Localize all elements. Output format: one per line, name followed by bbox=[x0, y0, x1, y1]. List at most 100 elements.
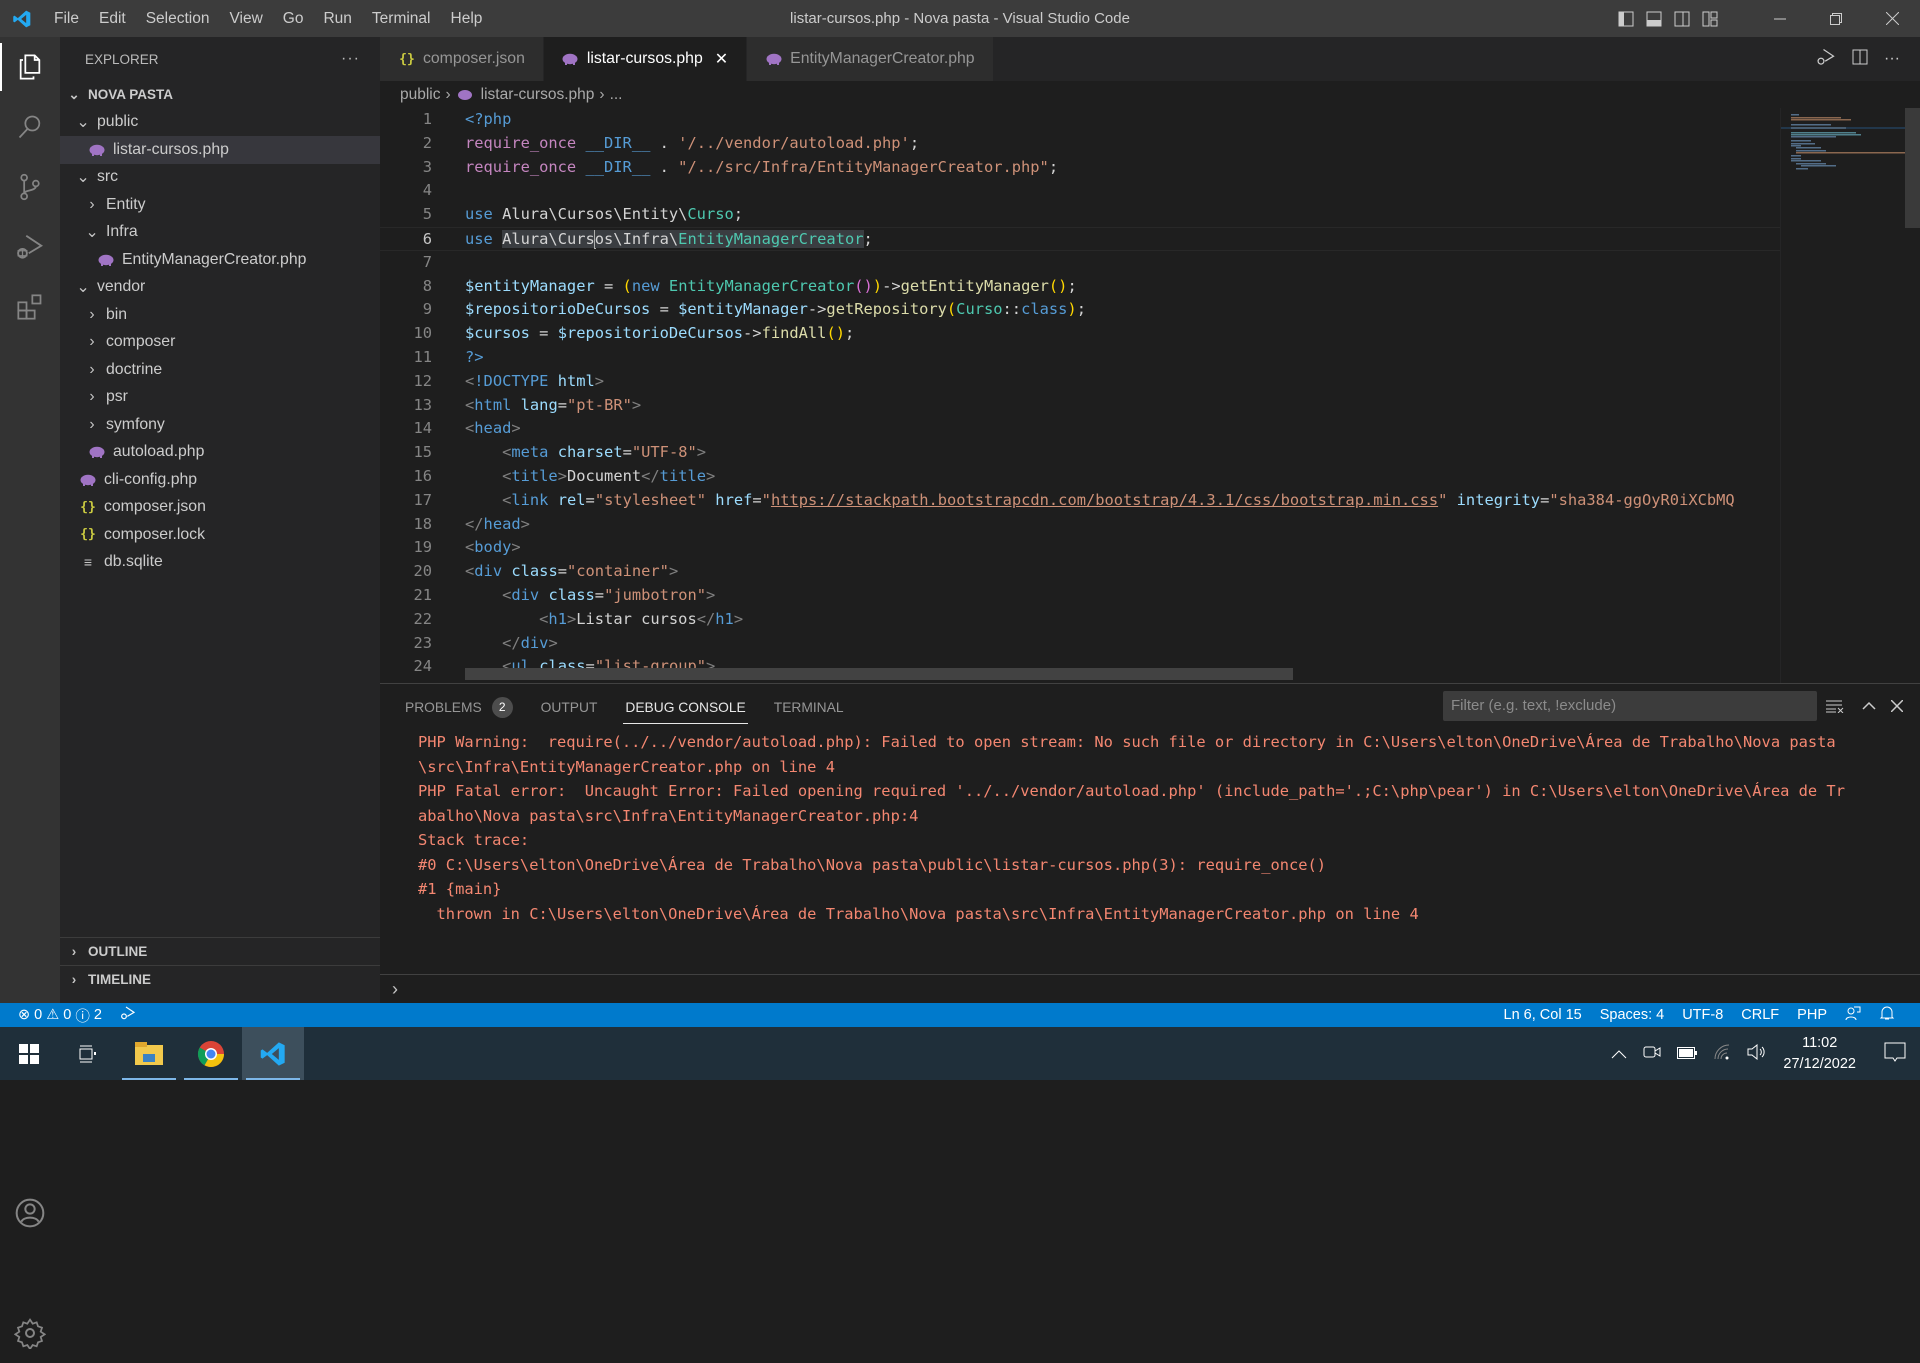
split-editor-icon[interactable] bbox=[1852, 49, 1868, 70]
panel-tab-output[interactable]: OUTPUT bbox=[541, 684, 598, 730]
tree-folder[interactable]: › Entity bbox=[60, 191, 380, 219]
debug-console-input[interactable]: › bbox=[380, 974, 1920, 1004]
close-panel-icon[interactable] bbox=[1891, 691, 1903, 721]
menu-file[interactable]: File bbox=[44, 0, 89, 37]
code-editor[interactable]: 1 <?php 2 require_once __DIR__ . '/../vendo… bbox=[380, 108, 1780, 683]
code-token: class bbox=[1021, 300, 1068, 319]
tab-label: EntityManagerCreator.php bbox=[790, 50, 975, 67]
end-of-line[interactable]: CRLF bbox=[1732, 1007, 1788, 1023]
source-control-icon[interactable] bbox=[0, 157, 60, 217]
code-token: < bbox=[465, 395, 475, 414]
tree-folder[interactable]: ⌄ Infra bbox=[60, 219, 380, 247]
search-icon[interactable] bbox=[0, 97, 60, 157]
menu-terminal[interactable]: Terminal bbox=[362, 0, 441, 37]
notifications-bell-icon[interactable] bbox=[1870, 1005, 1904, 1025]
tree-folder[interactable]: › symfony bbox=[60, 411, 380, 439]
menu-view[interactable]: View bbox=[219, 0, 272, 37]
tab-composer-json[interactable]: {} composer.json bbox=[380, 37, 544, 81]
close-button[interactable] bbox=[1864, 0, 1920, 37]
camera-icon[interactable] bbox=[1643, 1044, 1661, 1063]
language-mode[interactable]: PHP bbox=[1788, 1007, 1836, 1023]
toggle-panel-icon[interactable] bbox=[1640, 0, 1668, 37]
restore-button[interactable] bbox=[1808, 0, 1864, 37]
manage-gear-icon[interactable] bbox=[0, 1303, 60, 1363]
menu-go[interactable]: Go bbox=[273, 0, 314, 37]
clock[interactable]: 11:02 27/12/2022 bbox=[1783, 1033, 1856, 1075]
folder-root[interactable]: ⌄ NOVA PASTA bbox=[60, 81, 380, 109]
toggle-primary-sidebar-icon[interactable] bbox=[1612, 0, 1640, 37]
show-hidden-icons-icon[interactable] bbox=[1611, 1046, 1627, 1062]
run-and-debug-icon[interactable] bbox=[0, 217, 60, 277]
outline-section[interactable]: › OUTLINE bbox=[60, 937, 380, 965]
action-center-icon[interactable] bbox=[1884, 1042, 1906, 1065]
tree-folder[interactable]: › composer bbox=[60, 329, 380, 357]
code-token: " bbox=[761, 490, 771, 509]
menu-help[interactable]: Help bbox=[441, 0, 493, 37]
tab-entitymanagercreator-php[interactable]: EntityManagerCreator.php bbox=[747, 37, 994, 81]
debug-status-icon[interactable] bbox=[120, 1005, 136, 1025]
volume-icon[interactable] bbox=[1747, 1043, 1767, 1063]
tree-file[interactable]: {} composer.json bbox=[60, 494, 380, 522]
tree-file[interactable]: listar-cursos.php bbox=[60, 136, 380, 164]
tree-file[interactable]: ≡ db.sqlite bbox=[60, 549, 380, 577]
breadcrumb-file[interactable]: listar-cursos.php bbox=[481, 86, 595, 104]
tree-file[interactable]: cli-config.php bbox=[60, 466, 380, 494]
chrome-taskbar-icon[interactable] bbox=[180, 1027, 242, 1080]
menu-run[interactable]: Run bbox=[313, 0, 361, 37]
minimap[interactable] bbox=[1780, 108, 1906, 683]
code-line: 22 <h1>Listar cursos</h1> bbox=[380, 608, 1780, 632]
info-count: 2 bbox=[93, 1007, 102, 1023]
horizontal-scrollbar[interactable] bbox=[465, 668, 1293, 680]
wifi-icon[interactable] bbox=[1713, 1044, 1731, 1063]
problems-status[interactable]: ⊗ 0 ⚠ 0 ⓘ 2 bbox=[0, 1005, 136, 1026]
tree-folder[interactable]: ⌄ src bbox=[60, 164, 380, 192]
vertical-scrollbar[interactable] bbox=[1905, 108, 1920, 683]
code-token: Curso bbox=[956, 300, 1003, 319]
vscode-taskbar-icon[interactable] bbox=[242, 1027, 304, 1080]
panel-tab-problems[interactable]: PROBLEMS 2 bbox=[405, 684, 513, 730]
file-explorer-taskbar-icon[interactable] bbox=[118, 1027, 180, 1080]
battery-icon[interactable] bbox=[1677, 1046, 1698, 1062]
more-actions-icon[interactable]: ··· bbox=[341, 50, 360, 68]
panel-tab-debug-console[interactable]: DEBUG CONSOLE bbox=[623, 684, 749, 730]
customize-layout-icon[interactable] bbox=[1696, 0, 1724, 37]
breadcrumb-symbols[interactable]: ... bbox=[610, 86, 623, 104]
console-filter-input[interactable]: Filter (e.g. text, !exclude) bbox=[1443, 691, 1817, 721]
tree-file[interactable]: EntityManagerCreator.php bbox=[60, 246, 380, 274]
clear-console-icon[interactable] bbox=[1826, 691, 1844, 721]
toggle-secondary-sidebar-icon[interactable] bbox=[1668, 0, 1696, 37]
indentation[interactable]: Spaces: 4 bbox=[1591, 1007, 1674, 1023]
editor-more-actions-icon[interactable]: ··· bbox=[1884, 50, 1900, 68]
timeline-section[interactable]: › TIMELINE bbox=[60, 965, 380, 993]
encoding[interactable]: UTF-8 bbox=[1673, 1007, 1732, 1023]
cursor-position[interactable]: Ln 6, Col 15 bbox=[1495, 1007, 1591, 1023]
explorer-icon[interactable] bbox=[0, 37, 60, 97]
code-line: 13 <html lang="pt-BR"> bbox=[380, 394, 1780, 418]
code-token: Listar cursos bbox=[576, 609, 697, 628]
minimize-button[interactable] bbox=[1752, 0, 1808, 37]
feedback-icon[interactable] bbox=[1836, 1005, 1870, 1025]
close-tab-icon[interactable]: ✕ bbox=[715, 49, 728, 69]
task-view-button[interactable] bbox=[58, 1027, 118, 1080]
tree-folder[interactable]: ⌄ public bbox=[60, 109, 380, 137]
panel-tab-label: OUTPUT bbox=[540, 699, 598, 715]
run-debug-file-icon[interactable] bbox=[1816, 47, 1836, 72]
start-button[interactable] bbox=[0, 1027, 58, 1080]
accounts-icon[interactable] bbox=[0, 1183, 60, 1243]
breadcrumb-folder[interactable]: public bbox=[400, 86, 441, 104]
explorer-sidebar: EXPLORER ··· ⌄ NOVA PASTA ⌄ public listar-… bbox=[60, 37, 380, 1003]
menu-selection[interactable]: Selection bbox=[136, 0, 220, 37]
tree-folder[interactable]: ⌄ vendor bbox=[60, 274, 380, 302]
tree-folder[interactable]: › psr bbox=[60, 384, 380, 412]
status-bar: ⊗ 0 ⚠ 0 ⓘ 2 Ln 6, Col 15 Spaces: 4 UTF-8 CR… bbox=[0, 1003, 1920, 1027]
tree-file[interactable]: {} composer.lock bbox=[60, 521, 380, 549]
tree-folder[interactable]: › doctrine bbox=[60, 356, 380, 384]
tree-file[interactable]: autoload.php bbox=[60, 439, 380, 467]
code-token: ; bbox=[1067, 276, 1077, 295]
panel-tab-terminal[interactable]: TERMINAL bbox=[774, 684, 844, 730]
tab-listar-cursos-php[interactable]: listar-cursos.php ✕ bbox=[543, 37, 748, 81]
extensions-icon[interactable] bbox=[0, 277, 60, 337]
tree-folder[interactable]: › bin bbox=[60, 301, 380, 329]
menu-edit[interactable]: Edit bbox=[89, 0, 136, 37]
maximize-panel-icon[interactable] bbox=[1862, 691, 1876, 721]
